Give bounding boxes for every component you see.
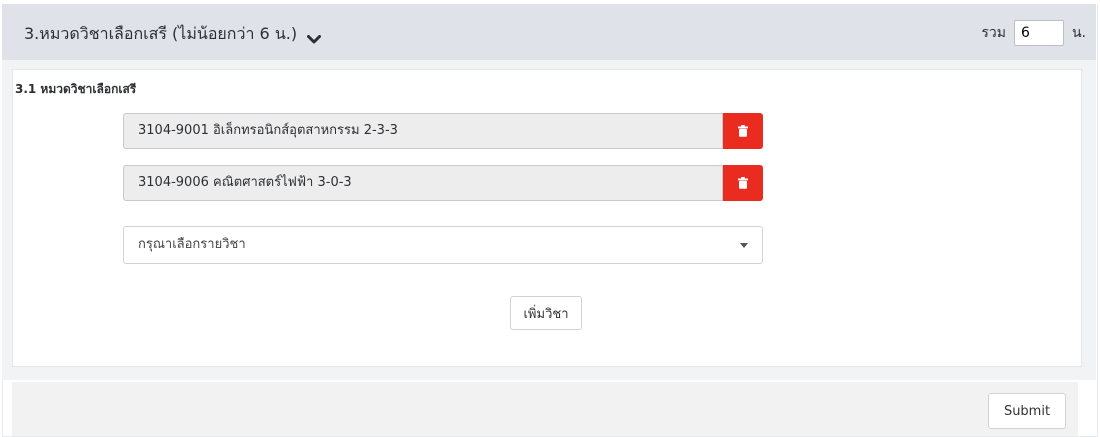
subsection-card: 3.1 หมวดวิชาเลือกเสรี 3104-9001 อิเล็กทร… (12, 69, 1082, 367)
unit-label: น. (1071, 25, 1086, 41)
selected-course[interactable]: 3104-9001 อิเล็กทรอนิกส์อุตสาหกรรม 2-3-3 (123, 113, 723, 149)
trash-icon (738, 122, 748, 141)
section-body: 3.1 หมวดวิชาเลือกเสรี 3104-9001 อิเล็กทร… (2, 60, 1096, 380)
subsection-title: 3.1 หมวดวิชาเลือกเสรี (15, 82, 137, 96)
panel-header[interactable]: 3.หมวดวิชาเลือกเสรี (ไม่น้อยกว่า 6 น.) ร… (2, 4, 1096, 60)
caret-down-icon (740, 243, 748, 248)
course-select-placeholder: กรุณาเลือกรายวิชา (138, 237, 246, 252)
chevron-down-icon[interactable] (307, 30, 322, 43)
total-label: รวม (981, 25, 1006, 41)
selected-course-row: 3104-9001 อิเล็กทรอนิกส์อุตสาหกรรม 2-3-3 (123, 113, 763, 149)
trash-icon (738, 174, 748, 193)
selected-course-row: 3104-9006 คณิตศาสตร์ไฟฟ้า 3-0-3 (123, 165, 763, 201)
add-course-button[interactable]: เพิ่มวิชา (510, 296, 582, 330)
submit-button[interactable]: Submit (988, 393, 1066, 429)
form-footer: Submit (12, 382, 1078, 436)
course-select[interactable]: กรุณาเลือกรายวิชา (123, 226, 763, 264)
delete-course-button[interactable] (723, 165, 763, 201)
panel-title-text: 3.หมวดวิชาเลือกเสรี (ไม่น้อยกว่า 6 น.) (24, 24, 298, 43)
total-credits: รวม น. (981, 20, 1086, 46)
total-credits-input[interactable] (1013, 20, 1064, 46)
delete-course-button[interactable] (723, 113, 763, 149)
panel-title[interactable]: 3.หมวดวิชาเลือกเสรี (ไม่น้อยกว่า 6 น.) (24, 22, 322, 47)
selected-course[interactable]: 3104-9006 คณิตศาสตร์ไฟฟ้า 3-0-3 (123, 165, 723, 201)
